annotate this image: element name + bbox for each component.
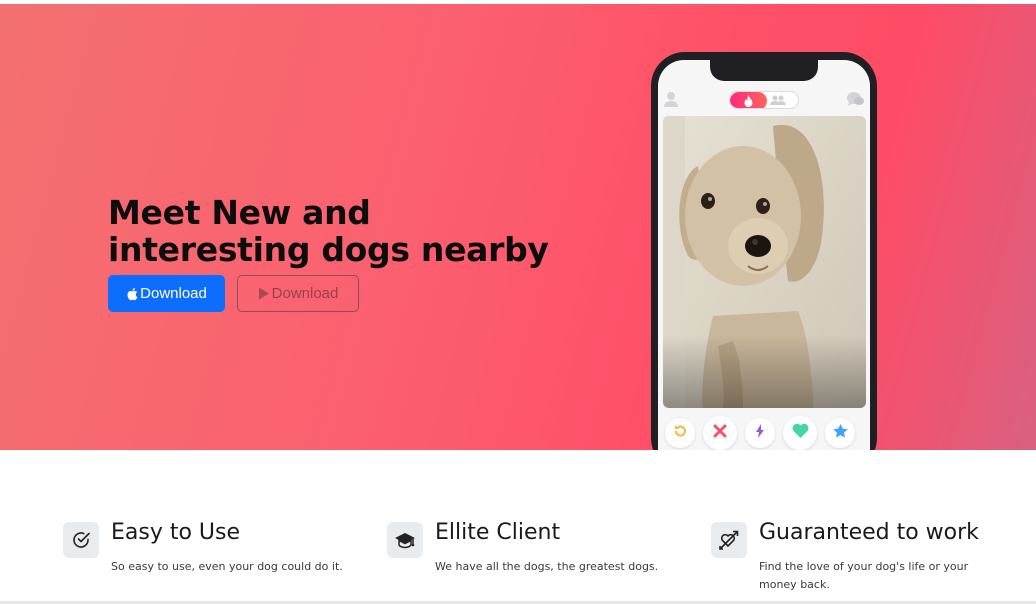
hero-title: Meet New and interesting dogs nearby (108, 194, 568, 268)
apple-download-button[interactable]: Download (108, 275, 225, 312)
play-store-icon (258, 287, 270, 300)
feature-title: Guaranteed to work (759, 520, 979, 545)
hero-title-line2: interesting dogs nearby (108, 230, 549, 269)
lightning-icon (755, 423, 765, 443)
hero-section: Meet New and interesting dogs nearby Dow… (0, 4, 1036, 450)
super-like-button[interactable] (825, 418, 855, 448)
hero-title-line1: Meet New and (108, 193, 371, 232)
feature-text: Find the love of your dog's life or your… (759, 560, 969, 591)
phone-screen (658, 60, 870, 450)
discovery-toggle[interactable] (729, 91, 799, 109)
star-icon (832, 423, 848, 443)
heart-icon (792, 423, 809, 443)
feature-text: We have all the dogs, the greatest dogs. (435, 560, 659, 573)
rewind-button[interactable] (665, 418, 695, 448)
feature-title: Easy to Use (111, 520, 241, 545)
apple-icon (126, 287, 138, 301)
phone-mockup (651, 52, 877, 450)
chat-icon[interactable] (847, 91, 864, 112)
nope-button[interactable] (703, 416, 737, 450)
feature-title: Ellite Client (435, 520, 561, 545)
feature-text: So easy to use, even your dog could do i… (111, 560, 343, 573)
play-store-download-button[interactable]: Download (237, 275, 359, 312)
group-icon (770, 93, 786, 108)
flame-icon (730, 92, 767, 108)
heart-arrow-icon (711, 522, 747, 558)
play-download-label: Download (271, 285, 339, 302)
phone-notch (710, 60, 818, 81)
dog-photo[interactable] (663, 116, 866, 408)
rewind-icon (673, 424, 687, 443)
close-icon (713, 424, 727, 443)
boost-button[interactable] (745, 418, 775, 448)
check-circle-icon (63, 522, 99, 558)
graduation-cap-icon (387, 522, 423, 558)
like-button[interactable] (783, 416, 817, 450)
app-top-bar (658, 89, 870, 111)
apple-download-label: Download (140, 285, 207, 302)
action-bar (658, 416, 870, 450)
profile-icon[interactable] (664, 91, 678, 112)
